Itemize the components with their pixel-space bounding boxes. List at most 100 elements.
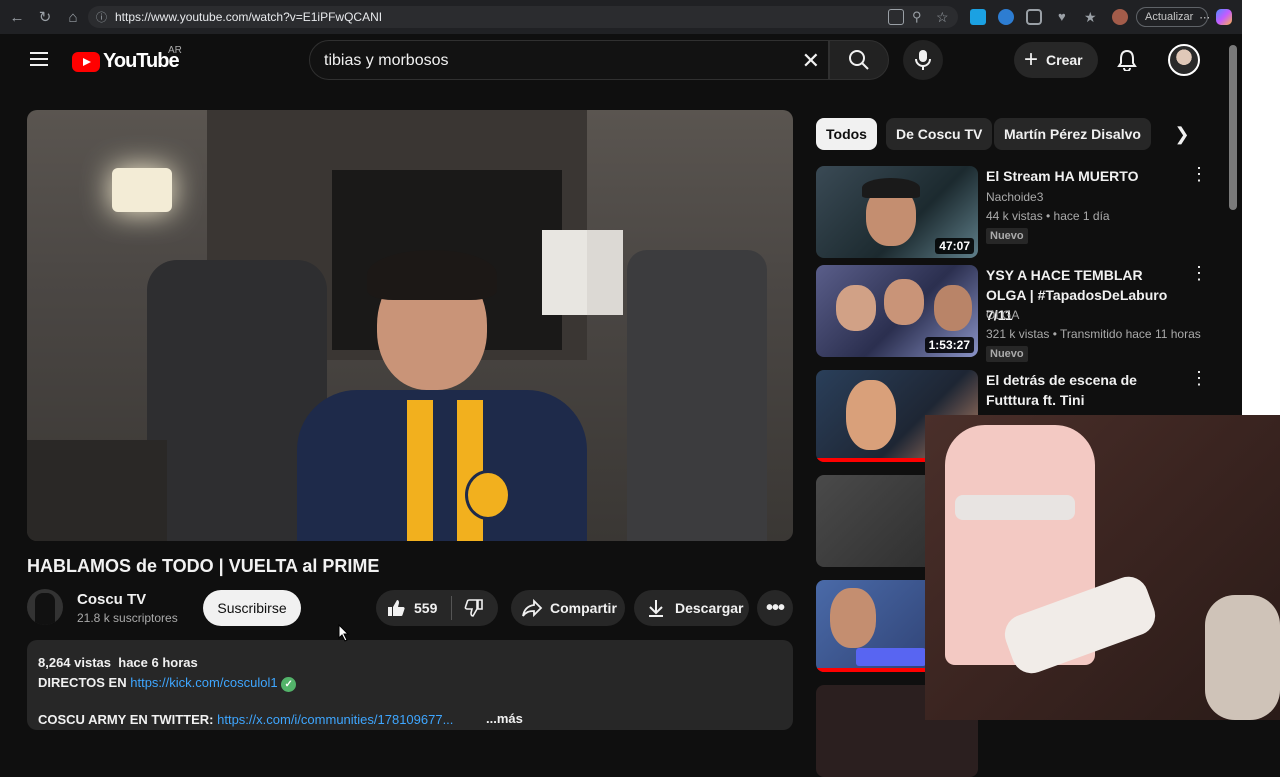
chevron-right-icon[interactable]: ❯ <box>1170 122 1194 146</box>
bookmark-star-icon[interactable]: ☆ <box>936 9 952 25</box>
apps-icon[interactable] <box>888 9 904 25</box>
share-icon <box>522 598 543 618</box>
gaming-chair-back <box>627 250 767 541</box>
like-dislike-group: 559 <box>376 590 498 626</box>
dislike-button[interactable] <box>452 590 484 626</box>
recommendation-meta: 44 k vistas • hace 1 día <box>986 209 1110 223</box>
back-icon[interactable]: ← <box>6 6 28 28</box>
address-bar[interactable]: ⓘ https://www.youtube.com/watch?v=E1iPFw… <box>88 6 958 28</box>
video-duration: 1:53:27 <box>924 337 974 353</box>
speaker-right <box>587 230 623 315</box>
video-title: HABLAMOS de TODO | VUELTA al PRIME <box>27 556 380 576</box>
upload-time: hace 6 horas <box>118 655 198 670</box>
new-badge: Nuevo <box>986 346 1028 362</box>
like-button[interactable]: 559 <box>376 590 437 626</box>
profile-icon[interactable] <box>1112 9 1128 25</box>
copilot-icon[interactable] <box>1216 9 1232 25</box>
thumbnail-cap <box>862 178 920 198</box>
create-label: Crear <box>1046 52 1083 68</box>
channel-avatar[interactable] <box>27 589 63 625</box>
jersey <box>297 390 587 541</box>
more-vertical-icon[interactable]: ⋮ <box>1190 369 1208 392</box>
share-button[interactable]: Compartir <box>511 590 625 626</box>
download-button[interactable]: Descargar <box>634 590 749 626</box>
discord-logo <box>856 648 926 666</box>
video-description[interactable]: 8,264 vistas hace 6 horas DIRECTOS EN ht… <box>27 640 793 730</box>
search-input[interactable]: tibias y morbosos <box>324 52 449 70</box>
channel-name[interactable]: Coscu TV <box>77 591 146 608</box>
voice-search-button[interactable] <box>903 40 943 80</box>
recommendation-thumbnail[interactable]: 47:07 <box>816 166 978 258</box>
channel-avatar-figure <box>35 593 55 625</box>
hair <box>367 250 497 300</box>
hamburger-menu-icon[interactable] <box>30 52 48 66</box>
thumbnail-face <box>884 279 924 325</box>
extension-icon[interactable] <box>998 9 1014 25</box>
home-icon[interactable]: ⌂ <box>62 6 84 28</box>
club-crest <box>465 470 511 520</box>
view-count: 8,264 vistas <box>38 655 112 670</box>
recommendation-thumbnail[interactable]: 1:53:27 <box>816 265 978 357</box>
new-badge: Nuevo <box>986 228 1028 244</box>
update-button[interactable]: Actualizar ⋯ <box>1136 7 1210 27</box>
more-dots-icon[interactable]: ⋯ <box>1199 11 1210 24</box>
more-actions-button[interactable]: ••• <box>757 590 793 626</box>
mouse-cursor-icon <box>338 624 350 642</box>
plus-icon: + <box>1024 46 1039 73</box>
kick-link[interactable]: https://kick.com/cosculol1 <box>130 675 277 690</box>
recommendation-title[interactable]: El Stream HA MUERTO <box>986 166 1186 186</box>
subscribe-button[interactable]: Suscribirse <box>203 590 301 626</box>
thumbnail-face <box>830 588 876 648</box>
ring-light <box>112 168 172 212</box>
desk <box>27 440 167 541</box>
download-icon <box>649 600 663 617</box>
reload-icon[interactable]: ↻ <box>34 6 56 28</box>
chip-todos[interactable]: Todos <box>816 118 877 150</box>
page-scrollbar[interactable] <box>1229 45 1237 210</box>
recommendation-meta: 321 k vistas • Transmitido hace 11 horas <box>986 327 1201 341</box>
extension-icon[interactable] <box>970 9 986 25</box>
view-stats: 8,264 vistas hace 6 horas <box>38 655 198 670</box>
thumbnail-face <box>846 380 896 450</box>
more-vertical-icon[interactable]: ⋮ <box>1190 264 1208 287</box>
verified-check-icon: ✓ <box>281 677 297 692</box>
webcam-overlay <box>925 415 1280 720</box>
search-button[interactable] <box>829 40 889 80</box>
thumbs-up-icon <box>388 600 405 616</box>
jersey-stripe <box>457 400 483 541</box>
video-duration: 47:07 <box>935 238 974 254</box>
search-icon <box>849 50 869 70</box>
browser-toolbar: ← ↻ ⌂ ⓘ https://www.youtube.com/watch?v=… <box>0 0 1242 34</box>
clear-search-icon[interactable]: ✕ <box>802 48 820 74</box>
show-more-button[interactable]: ...más <box>486 711 523 726</box>
more-vertical-icon[interactable]: ⋮ <box>1190 165 1208 188</box>
notifications-bell-icon[interactable] <box>1116 49 1138 71</box>
chair-cushion <box>955 495 1075 520</box>
create-button[interactable]: + Crear <box>1014 42 1098 78</box>
more-horizontal-icon: ••• <box>765 596 785 619</box>
share-label: Compartir <box>550 600 617 616</box>
jersey-stripe <box>407 400 433 541</box>
site-info-icon[interactable]: ⓘ <box>96 9 107 25</box>
recommendation-channel[interactable]: Nachoide3 <box>986 190 1043 204</box>
chip-martin-perez-disalvo[interactable]: Martín Pérez Disalvo <box>994 118 1151 150</box>
thumbs-down-icon <box>464 599 484 617</box>
download-label: Descargar <box>675 600 744 616</box>
search-box[interactable]: tibias y morbosos ✕ <box>309 40 829 80</box>
thumbnail-face <box>836 285 876 331</box>
favorites-icon[interactable]: ★ <box>1084 9 1100 25</box>
recommendation-title[interactable]: El detrás de escena de Futttura ft. Tini <box>986 370 1186 410</box>
thumbnail-art <box>822 515 922 555</box>
account-avatar[interactable] <box>1168 44 1200 76</box>
video-player[interactable] <box>27 110 793 541</box>
chip-de-coscu-tv[interactable]: De Coscu TV <box>886 118 993 150</box>
extensions-puzzle-icon[interactable] <box>1026 9 1042 25</box>
performance-icon[interactable]: ♥ <box>1058 9 1074 25</box>
zoom-icon[interactable]: ⚲ <box>912 9 928 25</box>
subscriber-count: 21.8 k suscriptores <box>77 611 178 625</box>
description-text: DIRECTOS EN <box>38 675 127 690</box>
streamer <box>297 250 587 541</box>
youtube-header: YouTube AR tibias y morbosos ✕ + Crear <box>0 34 1242 88</box>
recommendation-channel[interactable]: OLGA <box>986 308 1019 322</box>
youtube-logo[interactable]: YouTube <box>72 50 180 73</box>
